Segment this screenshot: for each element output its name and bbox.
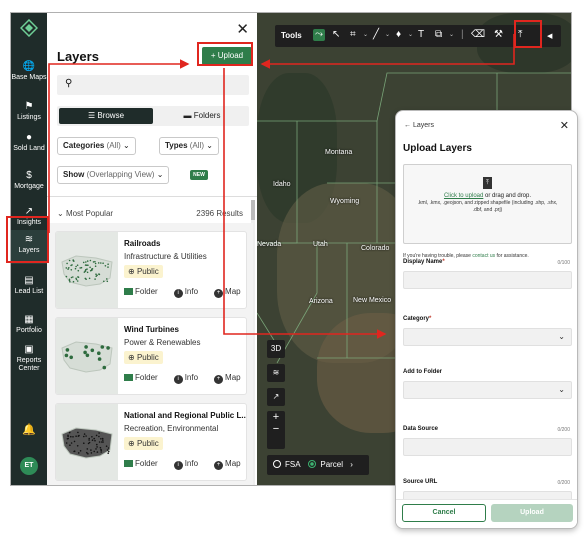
annotation-arrows (48, 34, 515, 339)
